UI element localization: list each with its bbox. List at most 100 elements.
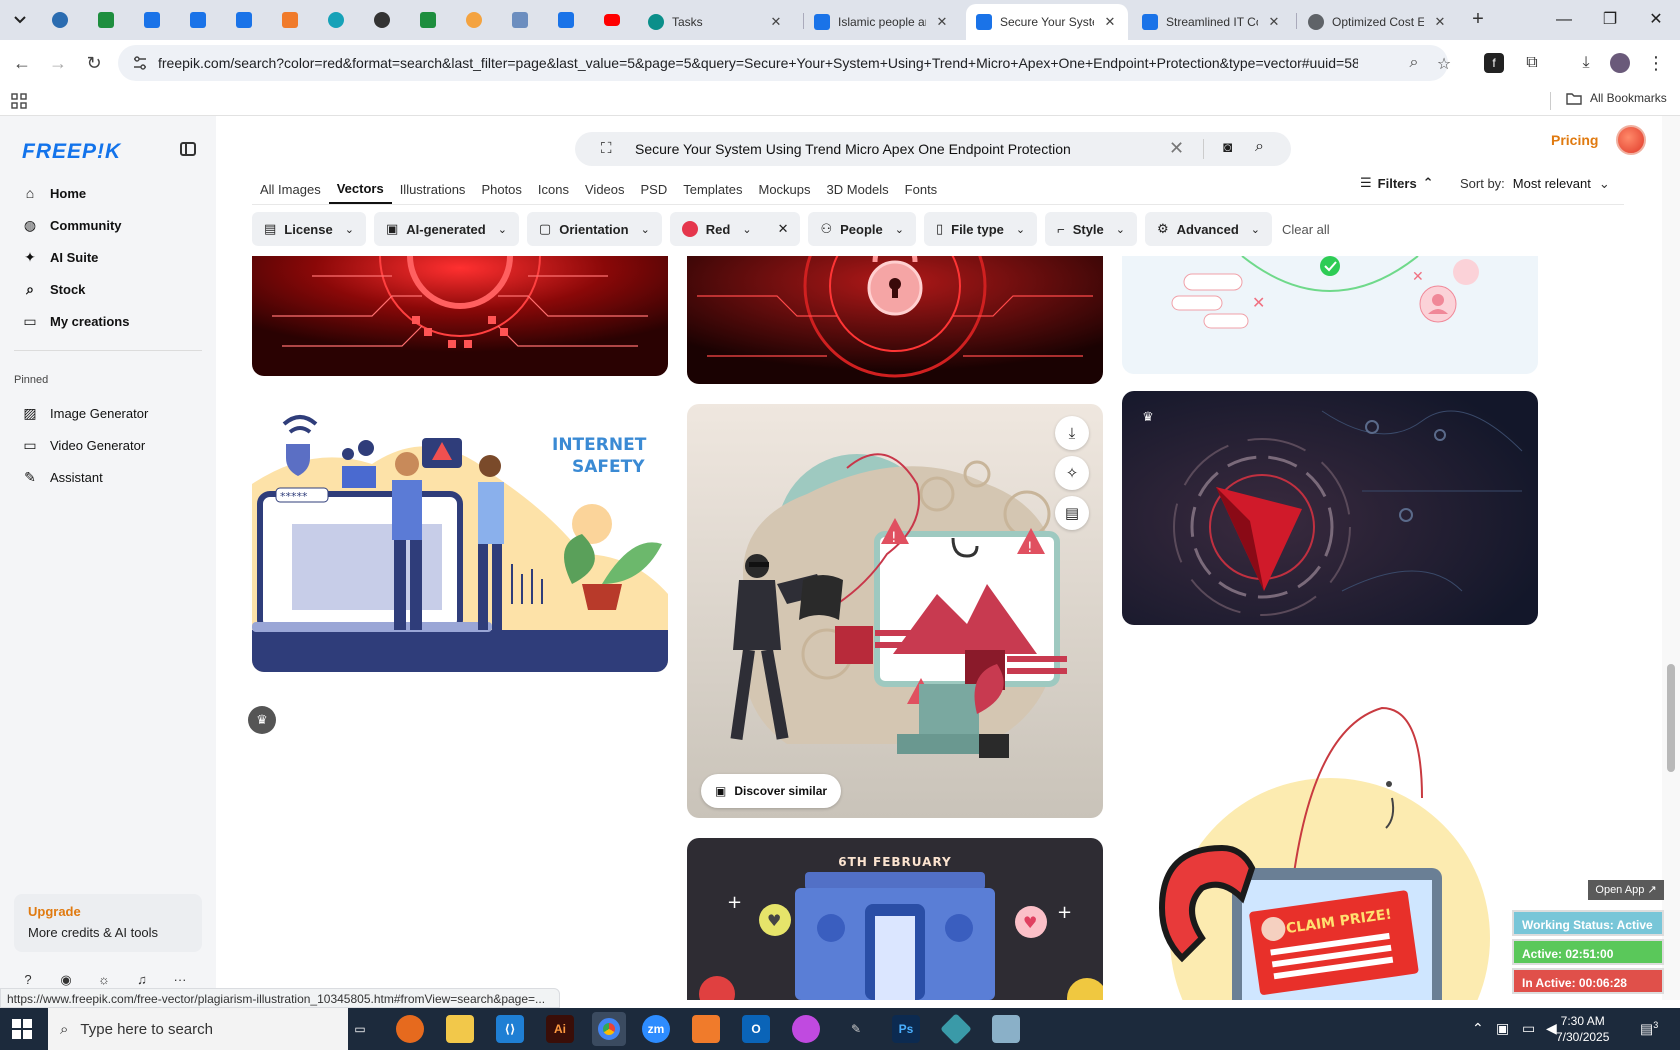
back-button[interactable]: ←	[10, 51, 34, 75]
theme-sun-icon[interactable]: ☼	[96, 972, 112, 988]
pinned-tab-wordpress[interactable]	[48, 8, 72, 32]
tab-videos[interactable]: Videos	[577, 174, 633, 204]
pricing-link[interactable]: Pricing	[1551, 132, 1598, 148]
folder-tray-icon[interactable]: ▭	[1522, 1020, 1535, 1037]
sidebar-item-assistant[interactable]: ✎ Assistant	[14, 462, 204, 492]
close-window-button[interactable]: ✕	[1636, 8, 1676, 32]
page-scrollbar[interactable]	[1662, 116, 1680, 1000]
ai-search-icon[interactable]: ⛶	[601, 141, 617, 157]
notepad-icon[interactable]	[992, 1015, 1020, 1043]
help-icon[interactable]: ?	[20, 972, 36, 988]
pinned-tab-teal[interactable]	[324, 8, 348, 32]
tab-islamic-people[interactable]: Islamic people an ✕	[804, 4, 960, 40]
url-text[interactable]: freepik.com/search?color=red&format=sear…	[158, 55, 1358, 71]
remove-filter-icon[interactable]: ✕	[778, 221, 789, 237]
search-input[interactable]: Secure Your System Using Trend Micro Ape…	[635, 141, 1071, 157]
minimize-button[interactable]: —	[1544, 8, 1584, 32]
tab-fonts[interactable]: Fonts	[897, 174, 946, 204]
result-plagiarism-illustration[interactable]: ! ! ! ⤓ ✧ ▤ ▣ Discover similar	[687, 404, 1103, 818]
result-claim-prize[interactable]: CLAIM PRIZE!	[1122, 648, 1538, 1000]
xampp-icon[interactable]	[692, 1015, 720, 1043]
discord-icon[interactable]: ◉	[58, 972, 74, 988]
tray-chevron-up-icon[interactable]: ⌃	[1472, 1020, 1484, 1037]
zoom-icon[interactable]: ⌕	[1404, 54, 1424, 74]
pinned-tab-docs-3[interactable]	[232, 8, 256, 32]
restore-button[interactable]: ❐	[1590, 8, 1630, 32]
tab-tasks[interactable]: Tasks ✕	[638, 4, 794, 40]
ai-edit-sparkle-icon[interactable]: ✧	[1055, 456, 1089, 490]
pinned-tab-grid[interactable]	[508, 8, 532, 32]
pen-tool-icon[interactable]: ✎	[842, 1015, 870, 1043]
apps-grid-icon[interactable]	[11, 93, 27, 109]
result-internet-safety[interactable]: ***** INTERNET SAFETY	[252, 404, 668, 672]
site-settings-icon[interactable]	[132, 55, 148, 71]
freepik-logo[interactable]: FREEP!K	[22, 140, 121, 164]
pinned-tab-youtube[interactable]	[600, 8, 624, 32]
sidebar-item-my-creations[interactable]: ▭ My creations	[14, 306, 204, 336]
result-red-circuit[interactable]	[252, 256, 668, 376]
result-6th-february[interactable]: 6TH FEBRUARY ♥ ♥ + +	[687, 838, 1103, 1000]
chip-license[interactable]: ▤ License ⌄	[252, 212, 366, 246]
tab-icons[interactable]: Icons	[530, 174, 577, 204]
result-red-cyber-arrow[interactable]: ♛	[1122, 391, 1538, 625]
pinned-tab-forms[interactable]	[554, 8, 578, 32]
close-icon[interactable]: ✕	[1432, 14, 1448, 30]
reload-button[interactable]: ↻	[82, 51, 106, 75]
sidebar-item-video-generator[interactable]: ▭ Video Generator	[14, 430, 204, 460]
tab-3d-models[interactable]: 3D Models	[819, 174, 897, 204]
pinned-tab-sheets[interactable]	[94, 8, 118, 32]
camera-search-icon[interactable]: ◙	[1223, 139, 1232, 156]
tab-all-images[interactable]: All Images	[252, 174, 329, 204]
close-icon[interactable]: ✕	[768, 14, 784, 30]
sidebar-item-home[interactable]: ⌂ Home	[14, 178, 204, 208]
notifications-icon[interactable]: ▤3	[1640, 1020, 1658, 1038]
pinned-tab-xampp[interactable]	[278, 8, 302, 32]
tab-mockups[interactable]: Mockups	[751, 174, 819, 204]
illustrator-icon[interactable]: Ai	[546, 1015, 574, 1043]
result-login-security[interactable]: ✕ ✕	[1122, 256, 1538, 374]
chip-style[interactable]: ⌐ Style ⌄	[1045, 212, 1137, 246]
outlook-icon[interactable]: O	[742, 1015, 770, 1043]
task-view-icon[interactable]: ▭	[346, 1015, 374, 1043]
downloads-icon[interactable]: ⤓	[1574, 51, 1598, 75]
tab-vectors[interactable]: Vectors	[328, 174, 392, 204]
tab-search-button[interactable]	[8, 8, 32, 32]
scrollbar-thumb[interactable]	[1667, 664, 1675, 772]
creative-cloud-icon[interactable]	[792, 1015, 820, 1043]
chip-people[interactable]: ⚇ People ⌄	[808, 212, 916, 246]
tab-optimized-cost[interactable]: Optimized Cost E ✕	[1298, 4, 1458, 40]
sidebar-item-stock[interactable]: ⌕ Stock	[14, 274, 204, 304]
chip-ai-generated[interactable]: ▣ AI-generated ⌄	[373, 212, 519, 246]
upgrade-card[interactable]: Upgrade More credits & AI tools	[14, 894, 202, 952]
tab-illustrations[interactable]: Illustrations	[392, 174, 474, 204]
vscode-icon[interactable]: ⟨⟩	[496, 1015, 524, 1043]
clear-search-icon[interactable]: ✕	[1169, 138, 1184, 159]
chip-orientation[interactable]: ▢ Orientation ⌄	[526, 212, 662, 246]
clear-all-filters[interactable]: Clear all	[1282, 222, 1330, 237]
forward-button[interactable]: →	[46, 51, 70, 75]
close-icon[interactable]: ✕	[934, 14, 950, 30]
firefox-icon[interactable]	[396, 1015, 424, 1043]
sidebar-item-image-generator[interactable]: ▨ Image Generator	[14, 398, 204, 428]
pinned-tab-sheets-2[interactable]	[416, 8, 440, 32]
close-icon[interactable]: ✕	[1102, 14, 1118, 30]
new-tab-button[interactable]: +	[1466, 8, 1490, 32]
pinned-tab-docs-2[interactable]	[186, 8, 210, 32]
sidebar-item-community[interactable]: ◍ Community	[14, 210, 204, 240]
chip-file-type[interactable]: ▯ File type ⌄	[923, 212, 1038, 246]
windows-start-button[interactable]	[12, 1019, 32, 1039]
profile-avatar[interactable]	[1610, 53, 1630, 73]
sort-dropdown[interactable]: Sort by: Most relevant ⌄	[1460, 176, 1610, 192]
chip-color[interactable]: Red ⌄ ✕	[669, 212, 801, 246]
tab-photos[interactable]: Photos	[473, 174, 529, 204]
filters-toggle-button[interactable]: ☰ Filters ⌃	[1360, 175, 1434, 191]
address-bar[interactable]: freepik.com/search?color=red&format=sear…	[118, 45, 1451, 81]
photoshop-icon[interactable]: Ps	[892, 1015, 920, 1043]
pinned-tab-docs-1[interactable]	[140, 8, 164, 32]
pinned-tab-orange[interactable]	[462, 8, 486, 32]
search-bar[interactable]: ⛶ Secure Your System Using Trend Micro A…	[575, 132, 1291, 166]
search-icon[interactable]: ⌕	[1255, 138, 1264, 156]
bell-icon[interactable]: ♫	[134, 972, 150, 988]
all-bookmarks-button[interactable]: All Bookmarks	[1566, 91, 1667, 105]
download-icon[interactable]: ⤓	[1055, 416, 1089, 450]
